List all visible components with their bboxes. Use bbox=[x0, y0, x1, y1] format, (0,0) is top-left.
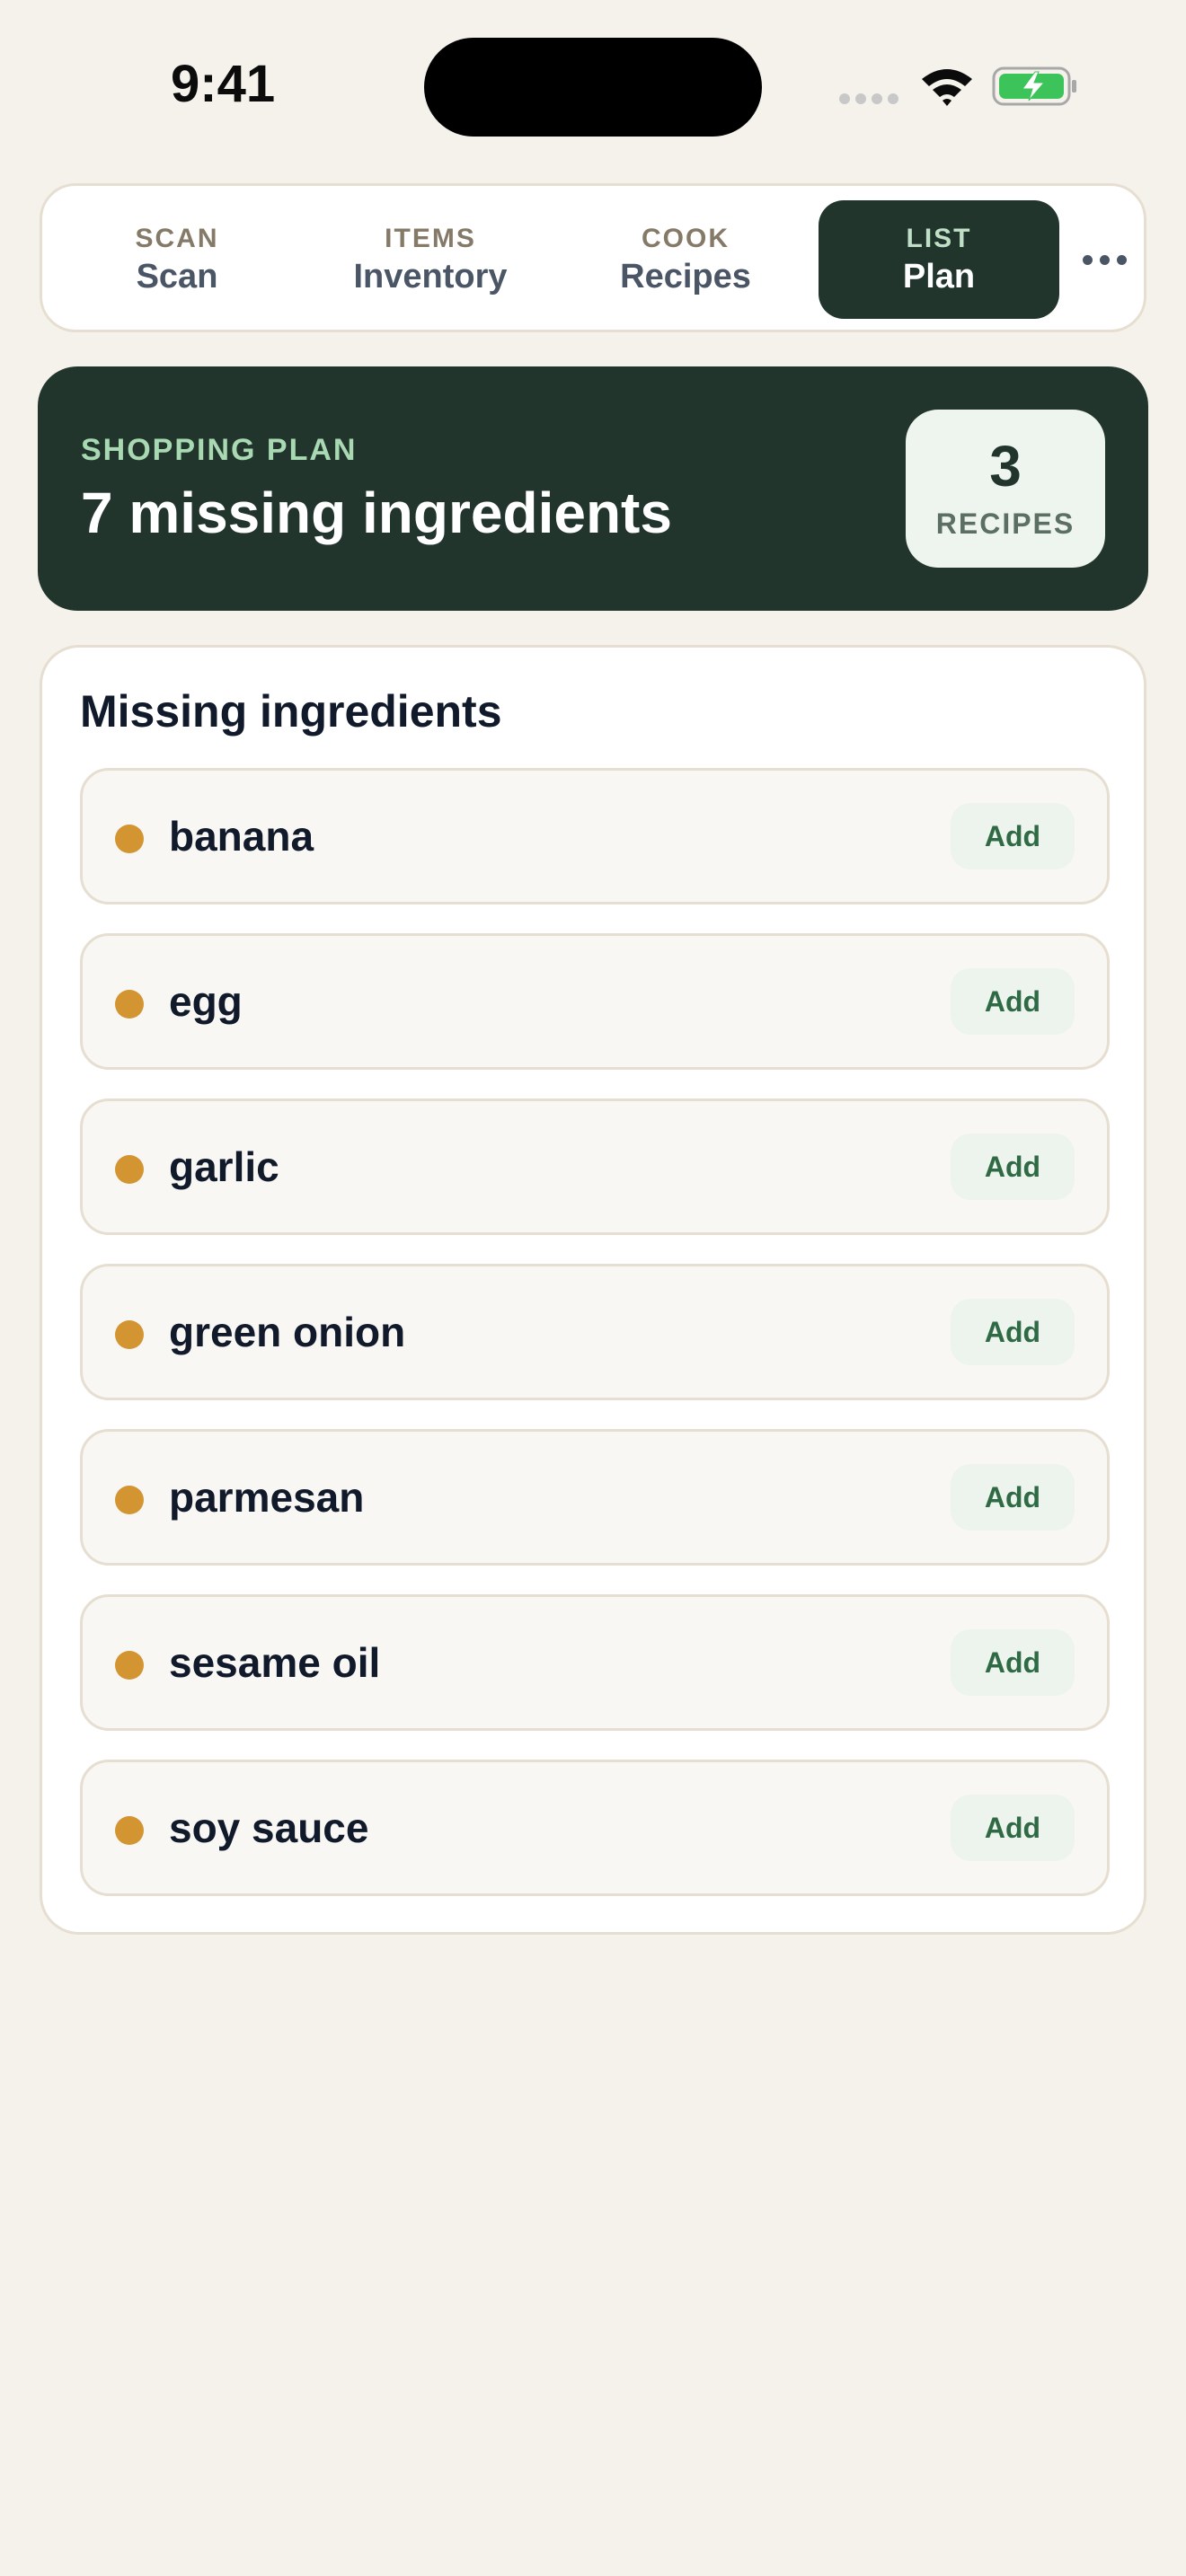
recipes-count: 3 bbox=[989, 433, 1022, 498]
cellular-signal-icon bbox=[839, 93, 898, 104]
status-bar: 9:41 bbox=[0, 0, 1186, 162]
status-dot-icon bbox=[115, 1486, 144, 1514]
ingredient-name: parmesan bbox=[169, 1474, 365, 1521]
ingredient-row: garlic Add bbox=[80, 1098, 1110, 1235]
ingredient-name: egg bbox=[169, 978, 243, 1025]
ingredient-row: soy sauce Add bbox=[80, 1760, 1110, 1896]
app-screen: 9:41 SCAN Scan ITEMS Inventory COOK Reci… bbox=[0, 0, 1186, 2576]
ingredient-row: egg Add bbox=[80, 933, 1110, 1070]
tab-label: Scan bbox=[136, 257, 218, 296]
more-options-icon[interactable] bbox=[1077, 243, 1131, 276]
tab-bar: SCAN Scan ITEMS Inventory COOK Recipes L… bbox=[40, 183, 1146, 332]
section-title: Missing ingredients bbox=[80, 686, 502, 737]
missing-ingredients-card: Missing ingredients banana Add egg Add g… bbox=[40, 645, 1146, 1935]
add-button[interactable]: Add bbox=[951, 1464, 1075, 1531]
wifi-icon bbox=[922, 69, 972, 106]
tab-caption: SCAN bbox=[135, 223, 219, 253]
tab-caption: LIST bbox=[906, 223, 972, 253]
ingredient-name: green onion bbox=[169, 1309, 406, 1355]
add-button[interactable]: Add bbox=[951, 1299, 1075, 1365]
tab-recipes[interactable]: COOK Recipes bbox=[565, 200, 806, 319]
tab-label: Plan bbox=[902, 257, 976, 296]
status-dot-icon bbox=[115, 1816, 144, 1845]
tab-inventory[interactable]: ITEMS Inventory bbox=[310, 200, 551, 319]
recipes-count-badge: 3 RECIPES bbox=[906, 410, 1105, 568]
tab-label: Recipes bbox=[620, 257, 751, 296]
shopping-plan-summary: SHOPPING PLAN 7 missing ingredients 3 RE… bbox=[38, 366, 1148, 611]
add-button[interactable]: Add bbox=[951, 1795, 1075, 1861]
dynamic-island bbox=[424, 38, 762, 137]
add-button[interactable]: Add bbox=[951, 803, 1075, 869]
ingredient-name: banana bbox=[169, 813, 314, 860]
tab-scan[interactable]: SCAN Scan bbox=[57, 200, 297, 319]
add-button[interactable]: Add bbox=[951, 968, 1075, 1035]
add-button[interactable]: Add bbox=[951, 1134, 1075, 1200]
status-dot-icon bbox=[115, 1651, 144, 1680]
ingredient-row: sesame oil Add bbox=[80, 1594, 1110, 1731]
summary-title: 7 missing ingredients bbox=[81, 481, 672, 545]
summary-eyebrow: SHOPPING PLAN bbox=[81, 433, 358, 467]
add-button[interactable]: Add bbox=[951, 1629, 1075, 1696]
recipes-count-label: RECIPES bbox=[935, 507, 1075, 540]
tab-plan[interactable]: LIST Plan bbox=[819, 200, 1059, 319]
ingredient-row: green onion Add bbox=[80, 1264, 1110, 1400]
status-dot-icon bbox=[115, 1155, 144, 1184]
ingredient-row: banana Add bbox=[80, 768, 1110, 904]
ingredient-row: parmesan Add bbox=[80, 1429, 1110, 1566]
tab-label: Inventory bbox=[353, 257, 508, 296]
ingredient-name: garlic bbox=[169, 1143, 279, 1190]
ingredient-name: soy sauce bbox=[169, 1804, 369, 1851]
tab-caption: ITEMS bbox=[385, 223, 476, 253]
tab-caption: COOK bbox=[642, 223, 730, 253]
battery-charging-icon bbox=[992, 66, 1076, 106]
status-dot-icon bbox=[115, 825, 144, 853]
status-time: 9:41 bbox=[171, 55, 276, 113]
status-dot-icon bbox=[115, 1320, 144, 1349]
status-dot-icon bbox=[115, 990, 144, 1019]
ingredient-name: sesame oil bbox=[169, 1639, 381, 1686]
